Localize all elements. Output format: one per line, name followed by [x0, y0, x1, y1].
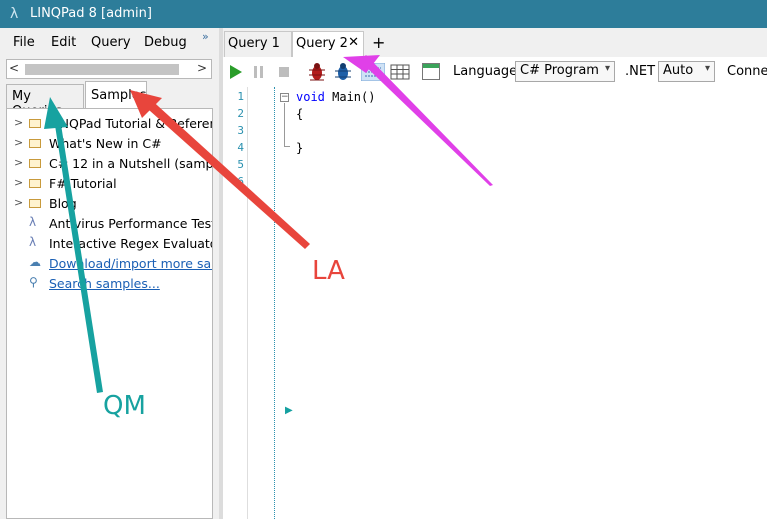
tab-label: Query 2 — [296, 36, 348, 51]
menu-overflow-icon[interactable]: » — [202, 30, 209, 43]
line-number: 5 — [237, 158, 244, 171]
menu-edit[interactable]: Edit — [51, 35, 76, 50]
close-icon[interactable]: ✕ — [348, 35, 359, 50]
fold-guide — [284, 103, 290, 147]
play-icon[interactable] — [229, 64, 243, 80]
tree-item-label: Antivirus Performance Test — [49, 216, 213, 231]
results-text-icon[interactable] — [361, 63, 385, 81]
stop-icon[interactable] — [278, 66, 290, 78]
line-number: 1 — [237, 90, 244, 103]
tree-item[interactable]: λ Antivirus Performance Test — [7, 214, 213, 234]
fold-toggle-icon[interactable]: − — [280, 93, 289, 102]
tab-query-1[interactable]: Query 1 — [224, 31, 292, 57]
tree-item[interactable]: λ Interactive Regex Evaluator — [7, 234, 213, 254]
code-line-2: { — [296, 107, 304, 121]
folder-icon — [29, 199, 41, 208]
tree-item-label: Blog — [49, 196, 77, 211]
folder-icon — [29, 139, 41, 148]
scroll-left-icon[interactable]: < — [9, 61, 19, 75]
tree-item-label: C# 12 in a Nutshell (sample — [49, 156, 213, 171]
pause-icon[interactable] — [253, 65, 265, 79]
language-value: C# Program — [520, 63, 599, 78]
query-toolbar: Language C# Program ▾ .NET Auto ▾ Connec — [223, 57, 767, 87]
linqpad-logo-icon: λ — [10, 6, 19, 22]
samples-tree: > LINQPad Tutorial & Referen > What's Ne… — [6, 108, 213, 519]
tab-samples[interactable]: Samples — [85, 81, 147, 109]
line-number: 3 — [237, 124, 244, 137]
tab-query-2[interactable]: Query 2 ✕ — [292, 31, 364, 57]
tab-label: Query 1 — [228, 36, 280, 51]
menu-query[interactable]: Query — [91, 35, 131, 50]
code-keyword: void — [296, 90, 325, 104]
scroll-right-icon[interactable]: > — [197, 61, 207, 75]
connections-scrollbar[interactable]: < > — [6, 59, 212, 79]
tree-item-label: What's New in C# — [49, 136, 162, 151]
net-value: Auto — [663, 63, 694, 78]
tree-item-label: F# Tutorial — [49, 176, 117, 191]
code-line-4: } — [296, 141, 304, 155]
title-bar: λ LINQPad 8 [admin] — [0, 0, 767, 28]
annotation-label-la: LA — [312, 256, 345, 286]
query-tab-strip: Query 1 Query 2 ✕ + — [223, 28, 767, 57]
code-text: Main() — [324, 90, 376, 104]
code-line-1: void Main() — [296, 90, 375, 104]
folder-icon — [29, 119, 41, 128]
debug-step-icon[interactable] — [333, 62, 353, 82]
tree-item[interactable]: ⚲ Search samples... — [7, 274, 212, 294]
chevron-right-icon[interactable]: > — [14, 156, 23, 169]
chevron-right-icon[interactable]: > — [14, 196, 23, 209]
annotation-label-qm: QM — [103, 391, 146, 421]
panel-toggle-icon[interactable] — [422, 63, 440, 80]
search-samples-link[interactable]: Search samples... — [49, 276, 160, 291]
menu-file[interactable]: File — [13, 35, 35, 50]
margin-guide — [274, 87, 275, 519]
lambda-icon: λ — [29, 235, 37, 249]
chevron-right-icon[interactable]: > — [14, 176, 23, 189]
chevron-down-icon: ▾ — [604, 63, 610, 74]
tab-my-queries[interactable]: My Queries — [6, 84, 84, 119]
download-samples-link[interactable]: Download/import more sam — [49, 256, 212, 271]
line-number: 2 — [237, 107, 244, 120]
tree-item[interactable]: > C# 12 in a Nutshell (sample — [7, 154, 213, 174]
language-label: Language — [453, 64, 518, 79]
tree-item-label: LINQPad Tutorial & Referen — [49, 116, 213, 131]
line-number: 4 — [237, 141, 244, 154]
tree-item[interactable]: > LINQPad Tutorial & Referen — [7, 114, 213, 134]
line-gutter: 1 2 3 4 5 6 — [223, 87, 248, 519]
scroll-thumb[interactable] — [25, 64, 179, 75]
chevron-down-icon: ▾ — [704, 63, 710, 74]
add-tab-icon[interactable]: + — [372, 33, 385, 52]
net-select[interactable]: Auto ▾ — [658, 61, 715, 82]
menu-debug[interactable]: Debug — [144, 35, 187, 50]
folder-icon — [29, 159, 41, 168]
search-icon: ⚲ — [29, 275, 38, 289]
language-select[interactable]: C# Program ▾ — [515, 61, 615, 82]
chevron-right-icon[interactable]: > — [14, 136, 23, 149]
code-editor[interactable]: 1 2 3 4 5 6 − void Main() { } ▶ — [223, 87, 767, 519]
tree-item[interactable]: > Blog — [7, 194, 212, 214]
lambda-icon: λ — [29, 215, 37, 229]
tree-item[interactable]: > What's New in C# — [7, 134, 212, 154]
tree-item[interactable]: ☁ Download/import more sam — [7, 254, 212, 274]
window-title: LINQPad 8 [admin] — [30, 6, 152, 21]
results-expander-icon[interactable]: ▶ — [285, 405, 293, 416]
connection-label[interactable]: Connec — [727, 64, 767, 79]
tree-item[interactable]: > F# Tutorial — [7, 174, 212, 194]
chevron-right-icon[interactable]: > — [14, 116, 23, 129]
bug-icon[interactable] — [307, 62, 327, 82]
cloud-download-icon: ☁ — [29, 255, 41, 269]
tree-item-label: Interactive Regex Evaluator — [49, 236, 213, 251]
line-number: 6 — [237, 175, 244, 188]
net-label: .NET — [625, 64, 656, 79]
folder-icon — [29, 179, 41, 188]
results-grid-icon[interactable] — [390, 64, 410, 80]
